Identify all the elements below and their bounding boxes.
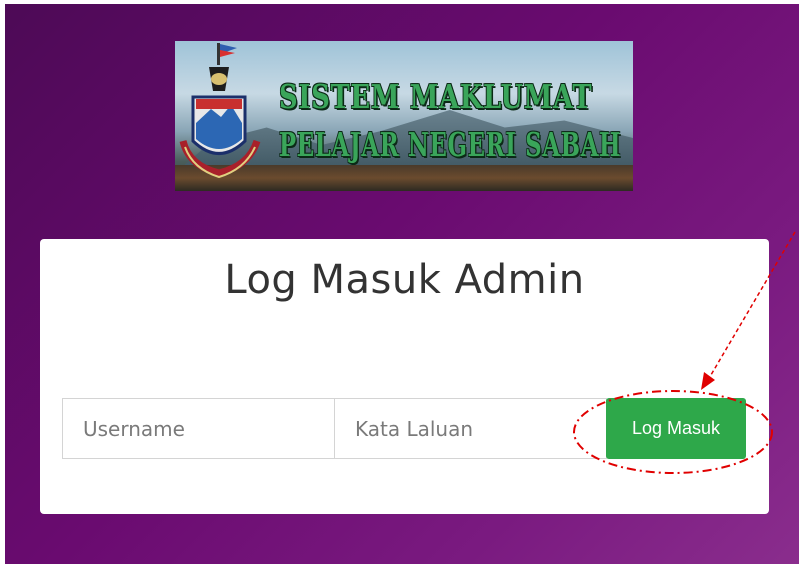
banner-title-line1: SISTEM MAKLUMAT: [279, 77, 593, 116]
password-input[interactable]: [334, 398, 607, 459]
login-card: Log Masuk Admin Log Masuk: [40, 239, 769, 514]
page-title: Log Masuk Admin: [224, 257, 585, 303]
username-input[interactable]: [62, 398, 335, 459]
sabah-crest-icon: [179, 43, 261, 179]
login-button[interactable]: Log Masuk: [606, 398, 746, 459]
banner-title-line2: PELAJAR NEGERI SABAH: [279, 125, 622, 164]
header-banner: SISTEM MAKLUMAT PELAJAR NEGERI SABAH: [175, 41, 633, 191]
